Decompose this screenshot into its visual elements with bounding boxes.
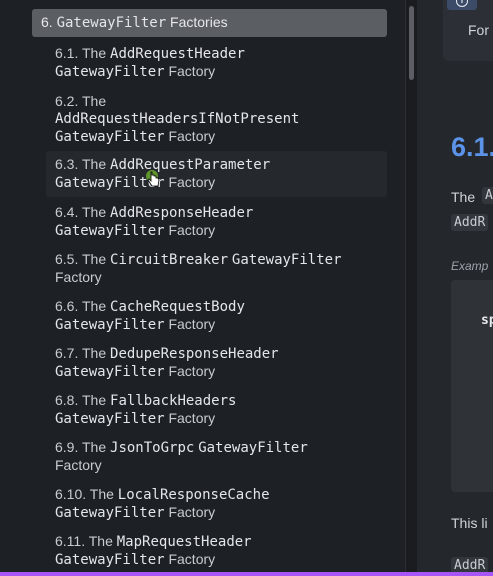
toc-code: JsonToGrpc: [110, 440, 195, 456]
inline-code: AddR: [451, 557, 489, 572]
toc-item-6-2[interactable]: 6.2. The AddRequestHeadersIfNotPresent G…: [46, 93, 387, 146]
toc-code: DedupeResponseHeader: [110, 346, 279, 362]
bottom-accent-bar: [0, 572, 493, 576]
toc-tail: Factory: [168, 174, 216, 190]
toc-code: GatewayFilter: [55, 364, 165, 380]
toc-code: GatewayFilter: [55, 64, 165, 80]
toc-code: AddRequestParameter: [110, 157, 271, 173]
toc-code: CacheRequestBody: [110, 299, 245, 315]
info-icon: i: [447, 0, 477, 10]
toc-number: 6.3. The: [55, 156, 107, 172]
toc-code: AddRequestHeadersIfNotPresent: [55, 111, 300, 127]
toc-number: 6.2. The: [55, 93, 107, 109]
toc-tail: Factory: [168, 222, 216, 238]
sidebar-scrollbar-thumb[interactable]: [409, 6, 414, 80]
toc-code: GatewayFilter: [55, 552, 165, 568]
toc-tail: Factory: [168, 128, 216, 144]
toc-section-6[interactable]: 6. GatewayFilter Factories: [32, 9, 387, 37]
tip-text: For: [468, 22, 489, 38]
paragraph: This li: [451, 515, 488, 531]
section-heading: 6.1.: [451, 132, 493, 162]
toc-number: 6.1. The: [55, 45, 107, 61]
toc-number: 6.5. The: [55, 251, 107, 267]
toc-code: GatewayFilter: [55, 411, 165, 427]
code-line: sp: [481, 313, 493, 328]
toc-item-6-8[interactable]: 6.8. The FallbackHeaders GatewayFilter F…: [46, 392, 387, 428]
toc-code: CircuitBreaker: [110, 252, 229, 268]
toc-item-6-4[interactable]: 6.4. The AddResponseHeader GatewayFilter…: [46, 204, 387, 240]
toc-tail: Factory: [168, 551, 216, 567]
toc-number: 6.10. The: [55, 486, 114, 502]
toc-item-6-7[interactable]: 6.7. The DedupeResponseHeader GatewayFil…: [46, 345, 387, 381]
toc-sidebar: 6. GatewayFilter Factories 6.1. The AddR…: [0, 0, 405, 572]
toc-code: GatewayFilter: [55, 505, 165, 521]
sidebar-scrollbar[interactable]: [405, 0, 417, 572]
toc-code: GatewayFilter: [231, 252, 342, 268]
toc-item-6-5[interactable]: 6.5. The CircuitBreaker GatewayFilter Fa…: [46, 251, 387, 286]
code-block: [451, 280, 493, 492]
toc-tail: Factory: [168, 504, 216, 520]
toc-tail: Factory: [168, 316, 216, 332]
toc-item-6-10[interactable]: 6.10. The LocalResponseCache GatewayFilt…: [46, 486, 387, 522]
toc-code: AddResponseHeader: [110, 205, 254, 221]
toc-item-6-6[interactable]: 6.6. The CacheRequestBody GatewayFilter …: [46, 298, 387, 334]
pointer-cursor-icon: [147, 171, 160, 187]
toc-item-6-11[interactable]: 6.11. The MapRequestHeader GatewayFilter…: [46, 533, 387, 569]
toc-number: 6.11. The: [55, 533, 113, 549]
toc-number: 6.: [41, 14, 53, 30]
toc-tail: Factories: [170, 14, 228, 30]
toc-tail: Factory: [168, 63, 216, 79]
toc-number: 6.8. The: [55, 392, 107, 408]
toc-number: 6.7. The: [55, 345, 107, 361]
inline-code: AddR: [451, 214, 489, 231]
toc-code: LocalResponseCache: [117, 487, 270, 503]
toc-code: GatewayFilter: [55, 129, 165, 145]
toc-item-6-9[interactable]: 6.9. The JsonToGrpc GatewayFilter Factor…: [46, 439, 387, 474]
toc-code: GatewayFilter: [198, 440, 308, 456]
toc-number: 6.9. The: [55, 439, 107, 455]
toc-code: MapRequestHeader: [116, 534, 252, 550]
toc-number: 6.4. The: [55, 204, 107, 220]
paragraph: The: [451, 189, 476, 205]
toc-code: GatewayFilter: [55, 223, 165, 239]
toc-tail: Factory: [55, 457, 102, 473]
toc-tail: Factory: [55, 269, 102, 285]
toc-tail: Factory: [168, 363, 216, 379]
toc-tail: Factory: [168, 410, 216, 426]
example-label: Examp: [451, 259, 489, 273]
toc-item-6-1[interactable]: 6.1. The AddRequestHeader GatewayFilter …: [46, 45, 387, 81]
toc-code: AddRequestHeader: [110, 46, 245, 62]
toc-item-6-3[interactable]: 6.3. The AddRequestParameter GatewayFilt…: [46, 151, 387, 197]
toc-number: 6.6. The: [55, 298, 107, 314]
toc-code: FallbackHeaders: [110, 393, 237, 409]
toc-code: GatewayFilter: [55, 317, 165, 333]
toc-code: GatewayFilter: [56, 15, 167, 31]
inline-code: A: [482, 187, 493, 204]
main-content: i For 6.1. The A AddR Examp sp This li A…: [417, 0, 493, 572]
